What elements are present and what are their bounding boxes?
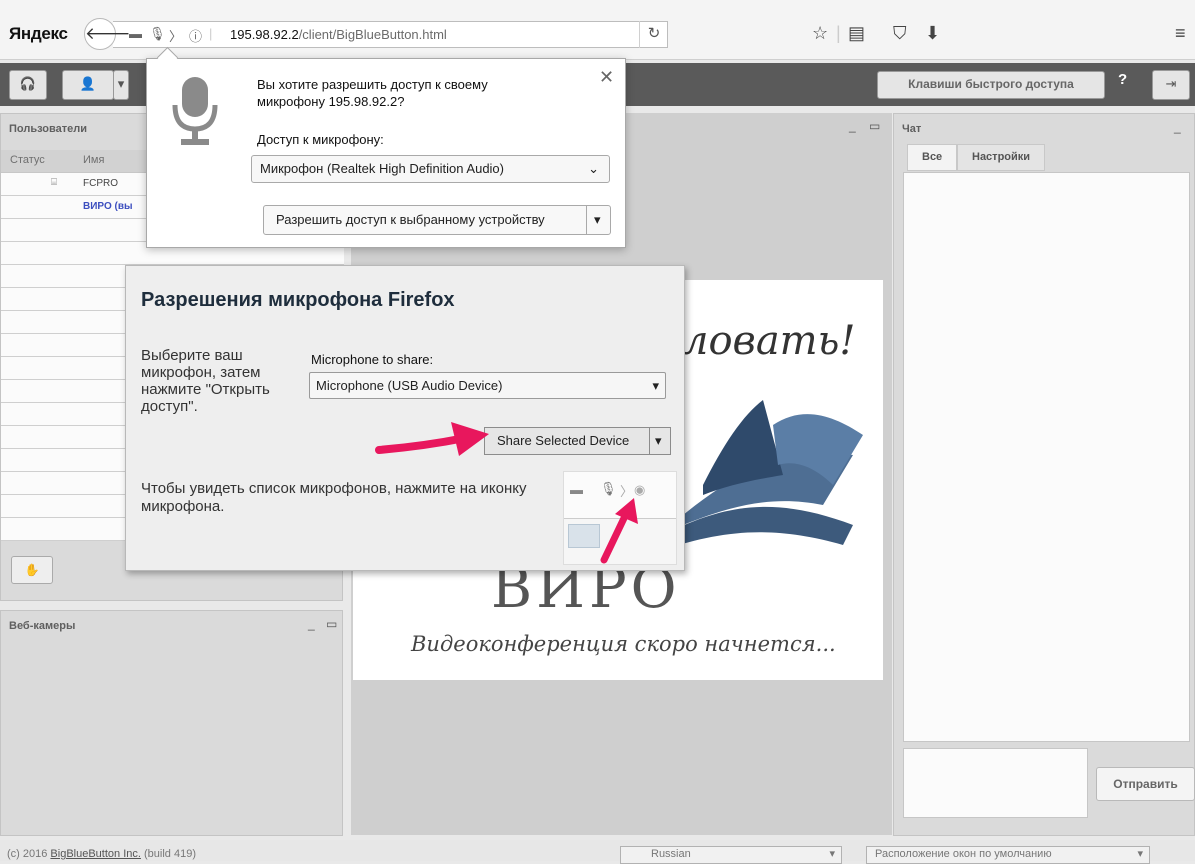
language-select[interactable]: Russian ▾ — [620, 846, 842, 864]
tab-settings[interactable]: Настройки — [957, 144, 1046, 171]
back-arrow-icon: 🡐 — [85, 24, 131, 43]
col-name[interactable]: Имя — [83, 154, 104, 166]
copyright-text: (c) 2016 — [7, 848, 48, 860]
logout-icon: ⇥ — [1165, 76, 1177, 91]
chat-messages[interactable] — [903, 172, 1190, 742]
col-status[interactable]: Статус — [10, 154, 45, 166]
download-icon[interactable]: ⬇ — [925, 23, 940, 44]
pointer-arrow-icon — [600, 498, 638, 564]
footer: (c) 2016 BigBlueButton Inc. (build 419) … — [0, 840, 1195, 864]
dialog-hint: Чтобы увидеть список микрофонов, нажмите… — [141, 480, 527, 515]
users-panel-title: Пользователи — [9, 123, 88, 135]
webcam-dropdown[interactable]: ▾ — [113, 70, 129, 100]
mic-label: Microphone to share: — [311, 352, 434, 367]
headset-button[interactable]: 🎧 — [9, 70, 47, 100]
status-button[interactable]: ✋ — [11, 556, 53, 584]
copyright: (c) 2016 BigBlueButton Inc. (build 419) — [7, 848, 196, 860]
maximize-icon[interactable]: ▭ — [326, 617, 337, 631]
webcam-icon: 👤 — [79, 76, 97, 91]
webcams-panel: Веб-камеры _ ▭ — [0, 610, 343, 836]
chevron-down-icon: ▾ — [829, 848, 835, 860]
chevron-down-icon: ▾ — [652, 378, 659, 393]
presenter-icon: ⌸ — [51, 177, 57, 188]
chevron-down-icon: ▾ — [117, 76, 125, 91]
webcams-panel-title: Веб-камеры — [9, 620, 76, 632]
slide-subtitle: Видеоконференция скоро начнется... — [411, 632, 836, 656]
chevron-down-icon: ⌄ — [588, 161, 599, 176]
build-text: (build 419) — [144, 848, 196, 860]
permission-question: Вы хотите разрешить доступ к своему микр… — [257, 77, 488, 109]
toolbar-divider: | — [836, 23, 841, 43]
bbb-link[interactable]: BigBlueButton Inc. — [50, 848, 141, 860]
welcome-text: ловать! — [683, 318, 856, 364]
allow-access-label: Разрешить доступ к выбранному устройству — [276, 212, 545, 227]
send-button[interactable]: Отправить — [1096, 767, 1195, 801]
tab-all[interactable]: Все — [907, 144, 958, 171]
share-label: Share Selected Device — [497, 433, 630, 448]
microphone-icon[interactable]: 🎙 — [149, 26, 166, 42]
pointer-arrow-icon — [375, 422, 489, 456]
bookmark-star-icon[interactable]: ☆ — [812, 23, 828, 44]
url-host: 195.98.92.2 — [230, 27, 299, 42]
headset-icon: 🎧 — [19, 76, 37, 91]
minimize-icon[interactable]: _ — [1174, 120, 1181, 134]
microphone-select-value: Микрофон (Realtek High Definition Audio) — [260, 161, 504, 176]
dialog-title: Разрешения микрофона Firefox — [141, 289, 455, 311]
reading-list-icon[interactable]: ▤ — [848, 23, 865, 44]
dialog-instructions: Выберите ваш микрофон, затем нажмите "От… — [141, 347, 270, 415]
chevron-down-icon: ▾ — [1137, 848, 1143, 860]
camera-icon[interactable]: ▬ — [129, 26, 142, 41]
microphone-select[interactable]: Микрофон (Realtek High Definition Audio)… — [251, 155, 610, 183]
chevron-right-icon: 〉 — [169, 29, 183, 44]
browser-brand: Яндекс — [9, 24, 68, 43]
webcam-button[interactable]: 👤 — [62, 70, 114, 100]
book-logo — [663, 400, 863, 550]
language-value: Russian — [651, 848, 691, 860]
close-icon[interactable]: ✕ — [599, 67, 614, 88]
info-icon[interactable]: ⓘ — [189, 26, 202, 45]
share-device-button: Share Selected Device ▾ — [484, 427, 671, 455]
mic-select-value: Microphone (USB Audio Device) — [316, 378, 503, 393]
hand-icon: ✋ — [24, 563, 40, 577]
reload-button[interactable]: ↻ — [639, 21, 668, 48]
mic-select: Microphone (USB Audio Device) ▾ — [309, 372, 666, 399]
split-divider — [586, 206, 587, 234]
chat-panel-title: Чат — [902, 123, 922, 135]
help-button[interactable]: ? — [1118, 71, 1127, 97]
menu-icon[interactable]: ≡ — [1175, 23, 1186, 44]
layout-value: Расположение окон по умолчанию — [875, 848, 1052, 860]
url-divider: | — [209, 26, 213, 41]
user-name: FCPRO — [83, 178, 118, 189]
maximize-icon[interactable]: ▭ — [869, 119, 880, 133]
access-label: Доступ к микрофону: — [257, 132, 384, 147]
reload-icon: ↻ — [647, 25, 661, 42]
user-name: ВИРО (вы — [83, 201, 133, 212]
firefox-permission-popup: Вы хотите разрешить доступ к своему микр… — [146, 58, 626, 248]
split-divider — [649, 428, 650, 454]
allow-access-button[interactable]: Разрешить доступ к выбранному устройству… — [263, 205, 611, 235]
chat-input[interactable] — [903, 748, 1088, 818]
minimize-icon[interactable]: _ — [849, 119, 856, 133]
chevron-down-icon: ▾ — [655, 433, 662, 448]
minimize-icon[interactable]: _ — [308, 617, 315, 631]
url-text[interactable]: 195.98.92.2/client/BigBlueButton.html — [230, 27, 447, 42]
shortcuts-button[interactable]: Клавиши быстрого доступа — [877, 71, 1105, 99]
back-button[interactable]: 🡐 — [84, 18, 131, 50]
layout-select[interactable]: Расположение окон по умолчанию ▾ — [866, 846, 1150, 864]
address-bar[interactable]: ▬ 🎙 〉 ⓘ | 195.98.92.2/client/BigBlueButt… — [113, 21, 668, 48]
chevron-down-icon[interactable]: ▾ — [594, 206, 601, 234]
microphone-icon — [172, 77, 218, 145]
url-path: /client/BigBlueButton.html — [298, 27, 447, 42]
pocket-icon[interactable]: ⛉ — [893, 23, 907, 44]
logout-button[interactable]: ⇥ — [1152, 70, 1190, 100]
browser-toolbar: Яндекс ▬ 🎙 〉 ⓘ | 195.98.92.2/client/BigB… — [0, 0, 1195, 60]
